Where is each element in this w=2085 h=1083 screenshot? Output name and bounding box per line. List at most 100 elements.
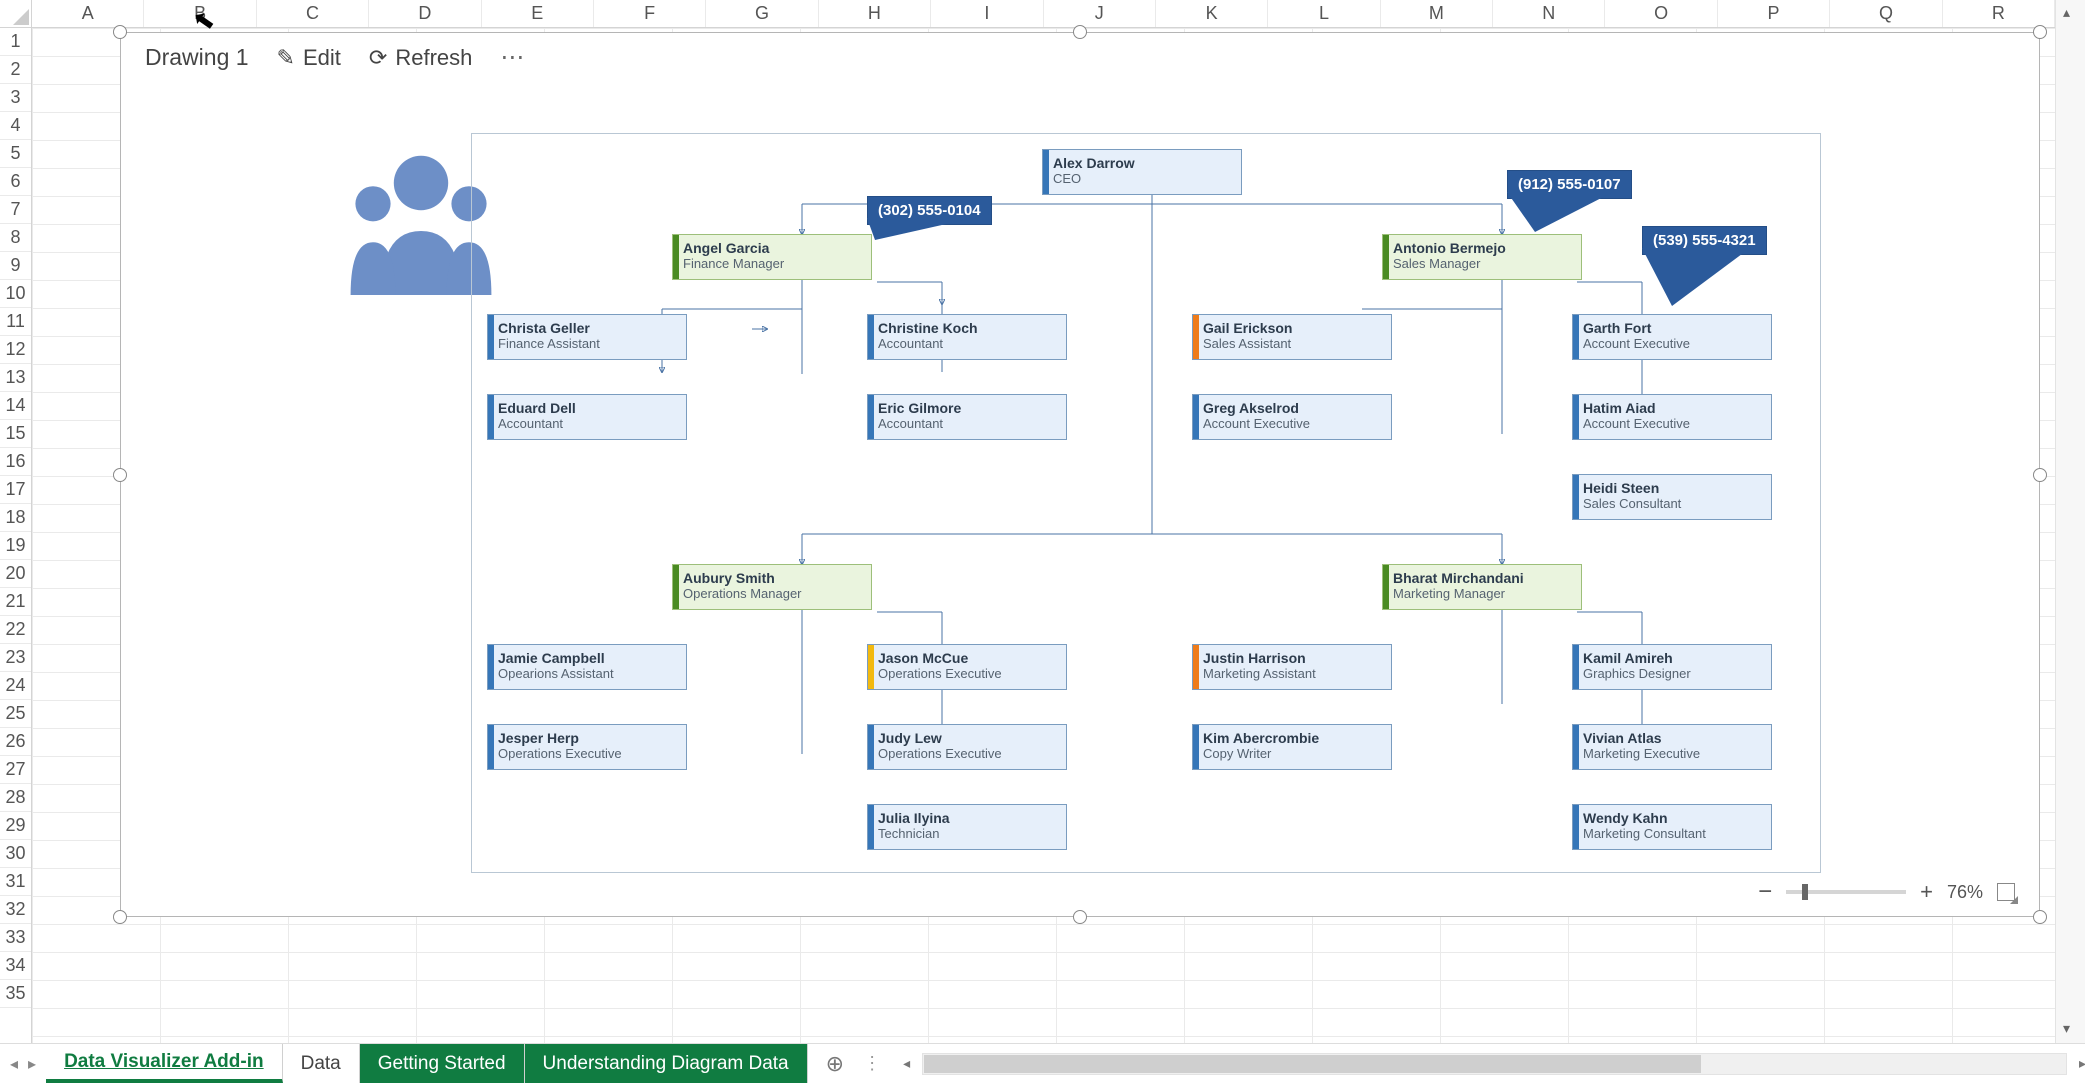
row-header[interactable]: 11 <box>0 308 31 336</box>
resize-handle[interactable] <box>113 468 127 482</box>
org-node[interactable]: Kim Abercrombie Copy Writer <box>1192 724 1392 770</box>
column-header[interactable]: G <box>706 0 818 27</box>
refresh-button[interactable]: ⟳ Refresh <box>369 45 472 71</box>
row-header[interactable]: 1 <box>0 28 31 56</box>
row-header[interactable]: 7 <box>0 196 31 224</box>
org-node[interactable]: Judy Lew Operations Executive <box>867 724 1067 770</box>
column-header[interactable]: L <box>1268 0 1380 27</box>
org-node[interactable]: Vivian Atlas Marketing Executive <box>1572 724 1772 770</box>
resize-handle[interactable] <box>113 25 127 39</box>
column-header[interactable]: M <box>1381 0 1493 27</box>
org-node[interactable]: Kamil Amireh Graphics Designer <box>1572 644 1772 690</box>
sheet-tab[interactable]: Data <box>283 1044 360 1083</box>
org-node[interactable]: Julia Ilyina Technician <box>867 804 1067 850</box>
org-node[interactable]: Wendy Kahn Marketing Consultant <box>1572 804 1772 850</box>
tab-split-handle-icon[interactable]: ⋮ <box>862 1053 882 1074</box>
column-header[interactable]: J <box>1044 0 1156 27</box>
resize-handle[interactable] <box>2033 25 2047 39</box>
column-header[interactable]: E <box>482 0 594 27</box>
scroll-right-icon[interactable]: ▸ <box>2079 1055 2085 1072</box>
org-node[interactable]: Heidi Steen Sales Consultant <box>1572 474 1772 520</box>
org-node-mkt-mgr[interactable]: Bharat Mirchandani Marketing Manager <box>1382 564 1582 610</box>
zoom-in-button[interactable]: + <box>1920 879 1933 905</box>
vertical-scrollbar[interactable]: ▴ ▾ <box>2055 0 2085 1043</box>
resize-handle[interactable] <box>2033 468 2047 482</box>
fit-to-window-icon[interactable] <box>1997 883 2015 901</box>
row-header[interactable]: 5 <box>0 140 31 168</box>
sheet-tab[interactable]: Understanding Diagram Data <box>525 1044 808 1083</box>
scroll-down-icon[interactable]: ▾ <box>2063 1020 2070 1037</box>
row-header[interactable]: 18 <box>0 504 31 532</box>
row-header[interactable]: 27 <box>0 756 31 784</box>
org-node-ops-mgr[interactable]: Aubury Smith Operations Manager <box>672 564 872 610</box>
row-header[interactable]: 2 <box>0 56 31 84</box>
column-header[interactable]: F <box>594 0 706 27</box>
column-header[interactable]: C <box>257 0 369 27</box>
column-header[interactable]: N <box>1493 0 1605 27</box>
org-node-finance-mgr[interactable]: Angel Garcia Finance Manager <box>672 234 872 280</box>
add-sheet-button[interactable]: ⊕ <box>808 1051 862 1077</box>
row-header[interactable]: 23 <box>0 644 31 672</box>
zoom-slider[interactable] <box>1786 890 1906 894</box>
row-header[interactable]: 29 <box>0 812 31 840</box>
zoom-out-button[interactable]: − <box>1758 878 1772 906</box>
column-header[interactable]: K <box>1156 0 1268 27</box>
row-header[interactable]: 13 <box>0 364 31 392</box>
org-node[interactable]: Jason McCue Operations Executive <box>867 644 1067 690</box>
org-node[interactable]: Garth Fort Account Executive <box>1572 314 1772 360</box>
sheet-tab[interactable]: Getting Started <box>360 1044 525 1083</box>
row-header[interactable]: 15 <box>0 420 31 448</box>
resize-handle[interactable] <box>2033 910 2047 924</box>
row-header[interactable]: 25 <box>0 700 31 728</box>
row-header[interactable]: 16 <box>0 448 31 476</box>
org-node[interactable]: Greg Akselrod Account Executive <box>1192 394 1392 440</box>
row-header[interactable]: 4 <box>0 112 31 140</box>
org-node[interactable]: Christa Geller Finance Assistant <box>487 314 687 360</box>
tab-nav-last-icon[interactable]: ▸ <box>28 1054 36 1074</box>
column-header[interactable]: I <box>931 0 1043 27</box>
row-header[interactable]: 10 <box>0 280 31 308</box>
org-node[interactable]: Christine Koch Accountant <box>867 314 1067 360</box>
org-node-ceo[interactable]: Alex Darrow CEO <box>1042 149 1242 195</box>
row-header[interactable]: 9 <box>0 252 31 280</box>
scroll-thumb[interactable] <box>924 1055 1701 1073</box>
row-header[interactable]: 28 <box>0 784 31 812</box>
column-header[interactable]: H <box>819 0 931 27</box>
horizontal-scrollbar[interactable]: ◂ ▸ <box>922 1053 2067 1075</box>
scroll-up-icon[interactable]: ▴ <box>2063 4 2070 21</box>
row-header[interactable]: 3 <box>0 84 31 112</box>
row-header[interactable]: 19 <box>0 532 31 560</box>
row-header[interactable]: 31 <box>0 868 31 896</box>
column-header[interactable]: P <box>1718 0 1830 27</box>
row-header[interactable]: 12 <box>0 336 31 364</box>
org-node[interactable]: Eric Gilmore Accountant <box>867 394 1067 440</box>
row-header[interactable]: 34 <box>0 952 31 980</box>
resize-handle[interactable] <box>1073 25 1087 39</box>
row-header[interactable]: 26 <box>0 728 31 756</box>
drawing-object[interactable]: Drawing 1 ✎ Edit ⟳ Refresh ⋯ <box>120 32 2040 917</box>
row-header[interactable]: 32 <box>0 896 31 924</box>
row-header[interactable]: 30 <box>0 840 31 868</box>
column-header[interactable]: Q <box>1830 0 1942 27</box>
select-all-triangle[interactable] <box>0 0 32 28</box>
org-node[interactable]: Hatim Aiad Account Executive <box>1572 394 1772 440</box>
row-header[interactable]: 33 <box>0 924 31 952</box>
row-header[interactable]: 21 <box>0 588 31 616</box>
org-node[interactable]: Justin Harrison Marketing Assistant <box>1192 644 1392 690</box>
sheet-tab[interactable]: Data Visualizer Add-in <box>46 1044 283 1083</box>
row-header[interactable]: 24 <box>0 672 31 700</box>
org-node[interactable]: Jamie Campbell Opearions Assistant <box>487 644 687 690</box>
row-header[interactable]: 35 <box>0 980 31 1008</box>
tab-nav-first-icon[interactable]: ◂ <box>10 1054 18 1074</box>
resize-handle[interactable] <box>1073 910 1087 924</box>
org-node[interactable]: Eduard Dell Accountant <box>487 394 687 440</box>
row-header[interactable]: 20 <box>0 560 31 588</box>
row-header[interactable]: 22 <box>0 616 31 644</box>
more-menu-icon[interactable]: ⋯ <box>500 43 526 72</box>
org-node[interactable]: Gail Erickson Sales Assistant <box>1192 314 1392 360</box>
column-header[interactable]: O <box>1605 0 1717 27</box>
resize-handle[interactable] <box>113 910 127 924</box>
row-header[interactable]: 8 <box>0 224 31 252</box>
row-header[interactable]: 6 <box>0 168 31 196</box>
row-header[interactable]: 17 <box>0 476 31 504</box>
